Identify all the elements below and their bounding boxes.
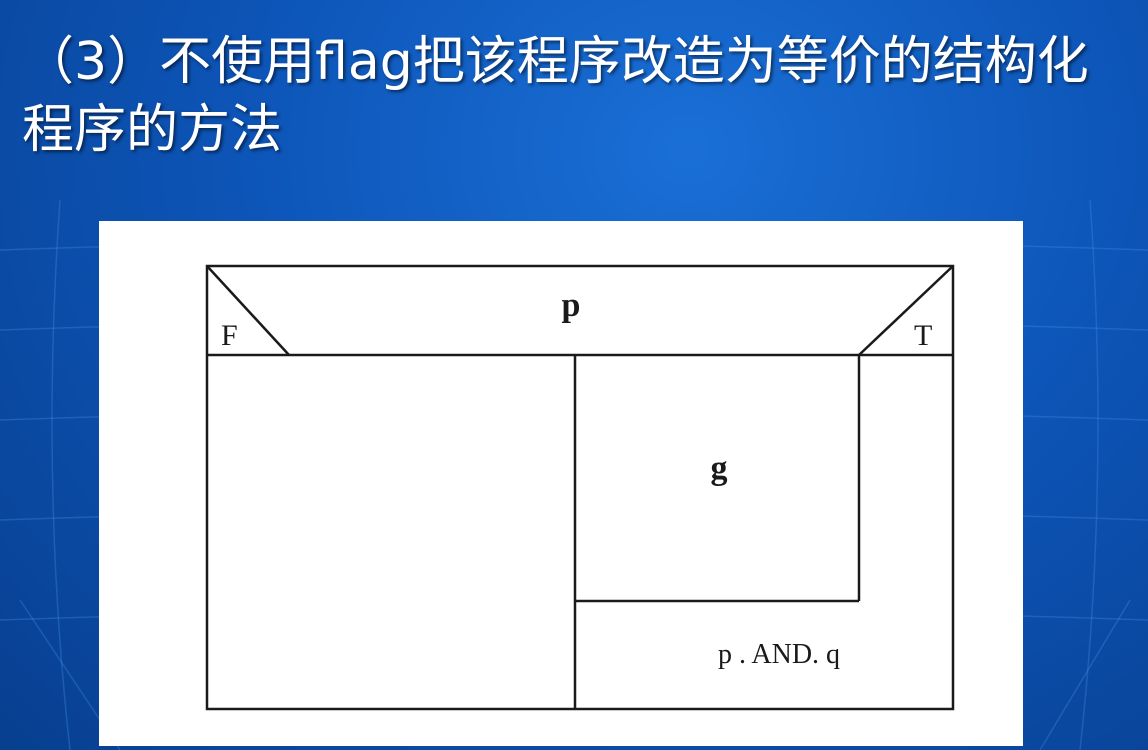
loop-body-label: g	[711, 450, 728, 487]
false-branch-diagonal	[206, 265, 290, 356]
nassi-shneiderman-diagram: p F T g p . AND. q	[205, 264, 955, 711]
true-label: T	[914, 319, 932, 352]
condition-label: p	[562, 287, 581, 324]
true-branch-diagonal	[858, 265, 954, 356]
slide-title: （3）不使用flag把该程序改造为等价的结构化程序的方法	[22, 32, 1089, 160]
false-label: F	[221, 319, 238, 352]
outer-frame	[205, 264, 955, 711]
loop-condition-label: p . AND. q	[718, 639, 840, 670]
diagram-panel: p F T g p . AND. q	[99, 221, 1023, 746]
